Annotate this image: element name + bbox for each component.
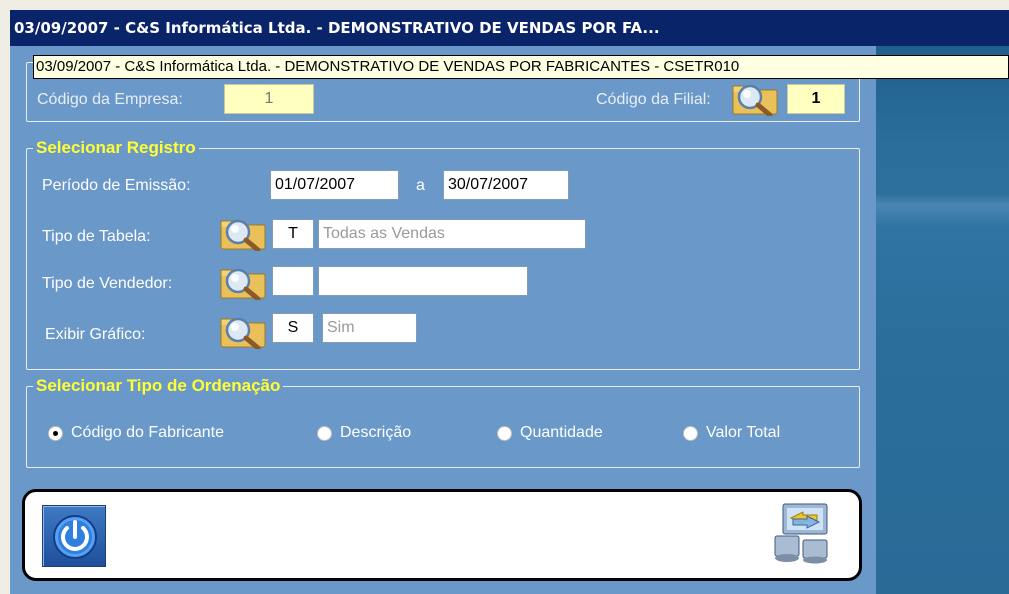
- tipo-vendedor-code-field[interactable]: [272, 266, 314, 296]
- radio-valor-total-dot[interactable]: [683, 425, 698, 441]
- export-button[interactable]: [769, 500, 835, 564]
- ordenacao-legend: Selecionar Tipo de Ordenação: [36, 376, 281, 395]
- radio-codigo-fabricante-label: Código do Fabricante: [71, 424, 224, 441]
- radio-quantidade[interactable]: Quantidade: [497, 424, 603, 442]
- radio-quantidade-label: Quantidade: [520, 424, 603, 441]
- data-fim-field[interactable]: 30/07/2007: [443, 170, 569, 200]
- filial-lookup-icon[interactable]: [730, 80, 782, 116]
- registro-legend: Selecionar Registro: [36, 138, 196, 157]
- exibir-grafico-code-field[interactable]: S: [272, 313, 314, 343]
- radio-quantidade-dot[interactable]: [497, 425, 512, 441]
- radio-descricao-label: Descrição: [340, 424, 412, 441]
- radio-codigo-fabricante[interactable]: Código do Fabricante: [48, 424, 224, 442]
- exit-button[interactable]: [42, 505, 106, 567]
- periodo-separator: a: [416, 177, 425, 194]
- tipo-vendedor-lookup-icon[interactable]: [218, 264, 270, 300]
- exibir-grafico-label: Exibir Gráfico:: [45, 326, 146, 343]
- radio-codigo-fabricante-dot[interactable]: [48, 425, 63, 441]
- empresa-code-field[interactable]: 1: [224, 84, 314, 114]
- radio-valor-total[interactable]: Valor Total: [683, 424, 780, 442]
- tipo-tabela-desc-field: Todas as Vendas: [318, 219, 586, 249]
- monitor-transfer-icon: [774, 503, 828, 564]
- desktop-background: [876, 46, 1009, 594]
- tipo-vendedor-label: Tipo de Vendedor:: [42, 275, 173, 292]
- tipo-tabela-label: Tipo de Tabela:: [42, 228, 151, 245]
- title-tooltip: 03/09/2007 - C&S Informática Ltda. - DEM…: [33, 55, 1009, 79]
- desktop-background-top: [876, 10, 1009, 46]
- radio-valor-total-label: Valor Total: [706, 424, 781, 441]
- ordenacao-group: Selecionar Tipo de Ordenação: [26, 376, 860, 468]
- periodo-label: Período de Emissão:: [42, 177, 191, 194]
- exibir-grafico-desc-field: Sim: [322, 313, 417, 343]
- empresa-label: Código da Empresa:: [37, 91, 183, 108]
- tipo-vendedor-desc-field: [318, 266, 528, 296]
- exibir-grafico-lookup-icon[interactable]: [218, 313, 270, 349]
- filial-code-field[interactable]: 1: [787, 84, 845, 114]
- radio-descricao[interactable]: Descrição: [317, 424, 411, 442]
- tipo-tabela-code-field[interactable]: T: [272, 219, 314, 249]
- power-icon: [53, 515, 97, 559]
- action-bar: [22, 489, 862, 581]
- window-title: 03/09/2007 - C&S Informática Ltda. - DEM…: [10, 10, 876, 46]
- radio-descricao-dot[interactable]: [317, 425, 332, 441]
- data-inicio-field[interactable]: 01/07/2007: [270, 170, 399, 200]
- filial-label: Código da Filial:: [596, 91, 711, 108]
- tipo-tabela-lookup-icon[interactable]: [218, 215, 270, 251]
